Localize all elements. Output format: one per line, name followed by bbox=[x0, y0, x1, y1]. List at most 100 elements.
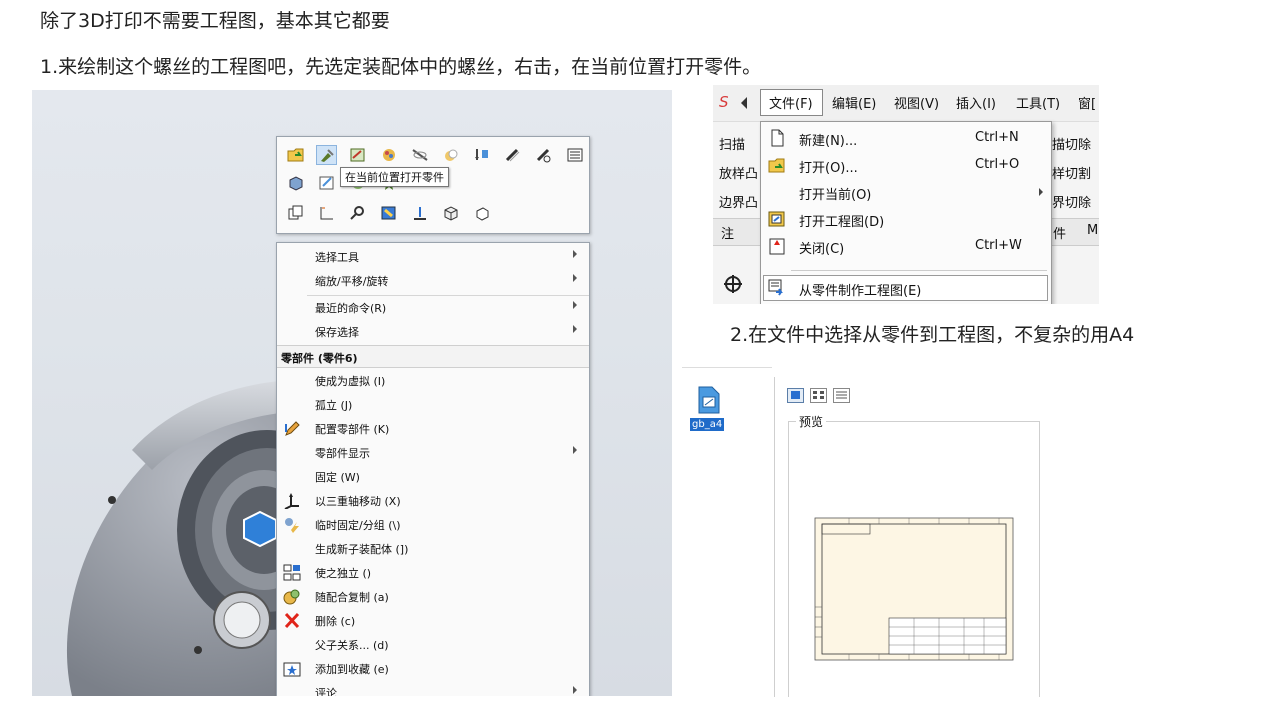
menu-item-make-independent[interactable]: 使之独立 () bbox=[277, 561, 589, 584]
tab-m[interactable]: M bbox=[1087, 223, 1098, 238]
preview-panel bbox=[788, 421, 1040, 697]
favorite-icon bbox=[283, 660, 301, 677]
menu-item-make-virtual[interactable]: 使成为虚拟 (I) bbox=[277, 369, 589, 392]
toolbar-loft-cut[interactable]: 样切割 bbox=[1052, 163, 1091, 182]
app-logo: S bbox=[719, 93, 729, 111]
submenu-arrow-icon bbox=[1039, 188, 1043, 196]
rebuild-icon[interactable] bbox=[471, 145, 492, 165]
submenu-arrow-icon bbox=[573, 274, 577, 282]
smart-mate-icon[interactable] bbox=[533, 145, 554, 165]
open-folder-icon bbox=[767, 155, 787, 175]
triad-icon bbox=[283, 492, 301, 510]
copy-mates-icon bbox=[283, 588, 301, 605]
menu-back-arrow-icon[interactable] bbox=[741, 97, 747, 109]
submenu-arrow-icon bbox=[573, 686, 577, 694]
file-menu-screenshot: S 文件(F) 编辑(E) 视图(V) 插入(I) 工具(T) 窗[ 扫描 放样… bbox=[713, 85, 1099, 304]
menu-item-close[interactable]: 关闭(C) Ctrl+W bbox=[761, 233, 1051, 259]
menu-view[interactable]: 视图(V) bbox=[894, 93, 939, 112]
component-icon[interactable] bbox=[285, 173, 306, 193]
details-view-icon[interactable] bbox=[833, 388, 850, 403]
menu-item-delete[interactable]: 删除 (c) bbox=[277, 609, 589, 632]
tooltip: 在当前位置打开零件 bbox=[340, 167, 449, 187]
sketch-corner-icon[interactable] bbox=[316, 203, 337, 223]
menu-item-zoom-pan-rotate[interactable]: 缩放/平移/旋转 bbox=[277, 269, 589, 292]
make-drawing-icon bbox=[767, 278, 787, 298]
step2-text: 2.在文件中选择从零件到工程图，不复杂的用A4 bbox=[730, 324, 1135, 346]
menu-item-select-tools[interactable]: 选择工具 bbox=[277, 245, 589, 268]
menu-separator bbox=[791, 270, 1047, 271]
template-file-icon[interactable] bbox=[698, 386, 720, 418]
menu-bar: S 文件(F) 编辑(E) 视图(V) 插入(I) 工具(T) 窗[ bbox=[713, 85, 1099, 122]
submenu-arrow-icon bbox=[573, 301, 577, 309]
menu-item-open[interactable]: 打开(O)... Ctrl+O bbox=[761, 152, 1051, 178]
menu-edit[interactable]: 编辑(E) bbox=[832, 93, 876, 112]
new-doc-icon bbox=[767, 128, 787, 148]
edit-part-icon[interactable] bbox=[347, 145, 368, 165]
menu-item-component-display[interactable]: 零部件显示 bbox=[277, 441, 589, 464]
toolbar-boundary-boss[interactable]: 边界凸 bbox=[719, 192, 758, 211]
file-dropdown: 新建(N)... Ctrl+N 打开(O)... Ctrl+O 打开当前(O) 打开… bbox=[760, 121, 1052, 304]
properties-icon[interactable] bbox=[564, 145, 585, 165]
template-selection-screenshot: gb_a4 预览 bbox=[682, 367, 1042, 697]
toolbar-boundary-cut[interactable]: 界切除 bbox=[1052, 192, 1091, 211]
pencil-icon bbox=[283, 420, 301, 437]
menu-item-open-current[interactable]: 打开当前(O) bbox=[761, 179, 1051, 205]
temp-fix-icon bbox=[283, 516, 301, 533]
hide-icon[interactable] bbox=[409, 145, 430, 165]
open-in-context-icon[interactable] bbox=[316, 145, 337, 165]
drawing-icon bbox=[767, 209, 787, 229]
isometric-icon[interactable] bbox=[440, 203, 461, 223]
transparency-icon[interactable] bbox=[440, 145, 461, 165]
tab-part[interactable]: 件 bbox=[1053, 223, 1066, 242]
menu-file-label: 文件(F) bbox=[769, 97, 813, 112]
delete-icon bbox=[283, 612, 301, 629]
close-doc-icon bbox=[767, 236, 787, 256]
menu-item-new-subassembly[interactable]: 生成新子装配体 (]) bbox=[277, 537, 589, 560]
menu-item-recent-commands[interactable]: 最近的命令(R) bbox=[277, 296, 589, 319]
menu-item-parent-child[interactable]: 父子关系... (d) bbox=[277, 633, 589, 656]
edit-sketch-icon[interactable] bbox=[316, 173, 337, 193]
make-independent-icon bbox=[283, 564, 301, 581]
normal-axis-icon[interactable] bbox=[409, 203, 430, 223]
appearance-icon[interactable] bbox=[378, 145, 399, 165]
menu-tools[interactable]: 工具(T) bbox=[1016, 93, 1060, 112]
template-file-label[interactable]: gb_a4 bbox=[690, 418, 725, 431]
template-list: gb_a4 bbox=[682, 367, 772, 697]
context-menu: 选择工具 缩放/平移/旋转 最近的命令(R) 保存选择 零部件 (零件6) 使成… bbox=[276, 242, 590, 696]
step1-text: 1.来绘制这个螺丝的工程图吧，先选定装配体中的螺丝，右击，在当前位置打开零件。 bbox=[40, 56, 762, 78]
context-toolbar: 在当前位置打开零件 bbox=[276, 136, 590, 234]
menu-item-comment[interactable]: 评论 bbox=[277, 681, 589, 696]
menu-window[interactable]: 窗[ bbox=[1078, 93, 1096, 112]
normal-to-icon[interactable] bbox=[378, 203, 399, 223]
open-part-icon[interactable] bbox=[285, 145, 306, 165]
menu-item-open-drawing[interactable]: 打开工程图(D) bbox=[761, 206, 1051, 232]
menu-item-isolate[interactable]: 孤立 (J) bbox=[277, 393, 589, 416]
menu-item-configure-component[interactable]: 配置零部件 (K) bbox=[277, 417, 589, 440]
submenu-arrow-icon bbox=[573, 446, 577, 454]
menu-item-add-to-favorites[interactable]: 添加到收藏 (e) bbox=[277, 657, 589, 680]
menu-item-fix[interactable]: 固定 (W) bbox=[277, 465, 589, 488]
copy-icon[interactable] bbox=[285, 203, 306, 223]
submenu-arrow-icon bbox=[573, 325, 577, 333]
menu-item-temp-fix-group[interactable]: 临时固定/分组 (\) bbox=[277, 513, 589, 536]
submenu-arrow-icon bbox=[573, 250, 577, 258]
toolbar-loft-boss[interactable]: 放样凸 bbox=[719, 163, 758, 182]
menu-insert[interactable]: 插入(I) bbox=[956, 93, 996, 112]
tab-annotation[interactable]: 注 bbox=[721, 223, 734, 242]
mate-icon[interactable] bbox=[502, 145, 523, 165]
menu-item-make-drawing-from-part[interactable]: 从零件制作工程图(E) bbox=[761, 275, 1051, 301]
intro-text: 除了3D打印不需要工程图，基本其它都要 bbox=[40, 10, 390, 32]
target-icon[interactable] bbox=[713, 269, 761, 304]
view-cube-icon[interactable] bbox=[471, 203, 492, 223]
drawing-sheet-preview bbox=[814, 517, 1014, 661]
menu-item-move-with-triad[interactable]: 以三重轴移动 (X) bbox=[277, 489, 589, 512]
list-view-icon[interactable] bbox=[810, 388, 827, 403]
toolbar-sweep[interactable]: 扫描 bbox=[719, 134, 745, 153]
toolbar-swept-cut[interactable]: 描切除 bbox=[1052, 134, 1091, 153]
panel-divider bbox=[774, 377, 775, 697]
menu-item-save-selection[interactable]: 保存选择 bbox=[277, 320, 589, 343]
zoom-icon[interactable] bbox=[347, 203, 368, 223]
menu-item-copy-with-mates[interactable]: 随配合复制 (a) bbox=[277, 585, 589, 608]
large-icons-view-icon[interactable] bbox=[787, 388, 804, 403]
menu-item-new[interactable]: 新建(N)... Ctrl+N bbox=[761, 125, 1051, 151]
